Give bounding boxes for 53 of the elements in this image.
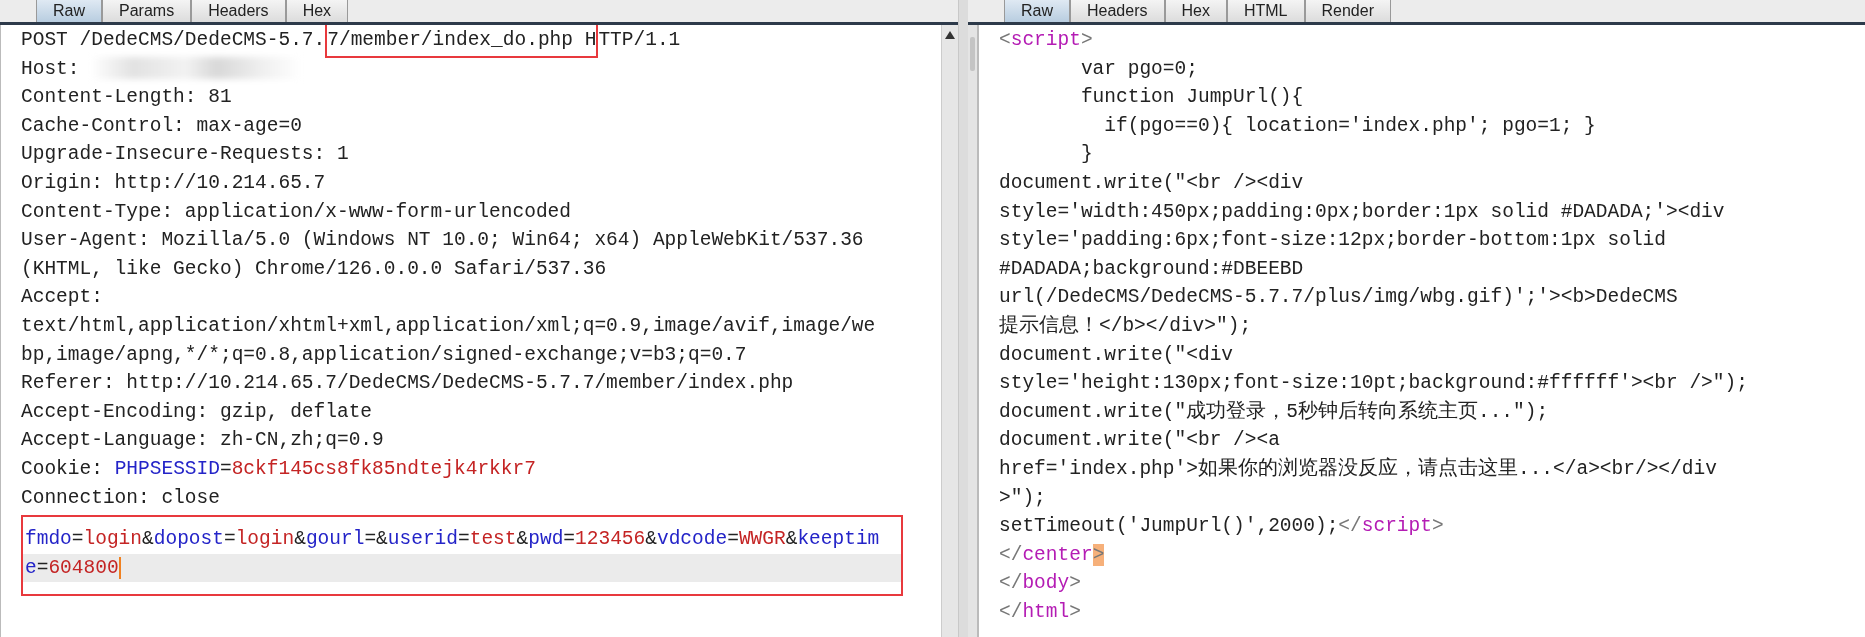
code-line: Cookie: PHPSESSID=8ckf145cs8fk85ndtejk4rkkr7 (20, 456, 537, 482)
code-line: style='padding:6px;font-size:12px;border-bottom:1px solid (998, 228, 1667, 254)
code-line: Accept-Encoding: gzip, deflate (20, 399, 374, 425)
tab[interactable]: HTML (1226, 0, 1305, 22)
code-line: Cache-Control: max-age=0 (20, 113, 303, 139)
tab[interactable]: Render (1304, 0, 1391, 22)
code-line: document.write("成功登录，5秒钟后转向系统主页..."); (998, 399, 1550, 425)
code-line: style='height:130px;font-size:10pt;background:#ffffff'><br />"); (998, 371, 1749, 397)
tab[interactable]: Hex (285, 0, 349, 22)
code-line: Accept: (20, 285, 104, 311)
tab[interactable]: Params (102, 0, 192, 22)
code-line: POST /DedeCMS/DedeCMS-5.7.7/member/index_do.php H TTP/1.1 (1, 26, 941, 55)
code-line: Accept-Language: zh-CN,zh;q=0.9 (20, 428, 385, 454)
scroll-up-arrow-icon[interactable] (945, 31, 955, 39)
code-line: text/html,application/xhtml+xml,application/xml;q=0.9,image/avif,image/we (20, 313, 877, 339)
code-line: fmdo=login&dopost=login&gourl=&userid=test&pwd=123456&vdcode=WWGR&keeptim (24, 527, 881, 553)
code-line: document.write("<div (998, 342, 1235, 368)
code-line: } (1079, 142, 1094, 168)
code-line: style='width:450px;padding:0px;border:1px solid #DADADA;'><div (998, 199, 1726, 225)
code-line: var pgo=0; (1079, 56, 1199, 82)
tab[interactable]: Raw (1004, 0, 1070, 22)
tab[interactable]: Headers (1070, 0, 1165, 22)
code-line: Upgrade-Insecure-Requests: 1 (20, 142, 350, 168)
code-line: setTimeout('JumpUrl()',2000);</script> (998, 514, 1445, 540)
code-line: Connection: close (20, 485, 221, 511)
code-line: Host: (1, 54, 941, 84)
code-line: (KHTML, like Gecko) Chrome/126.0.0.0 Safari/537.36 (20, 256, 608, 282)
code-line: Origin: http://10.214.65.7 (20, 170, 327, 196)
code-line: User-Agent: Mozilla/5.0 (Windows NT 10.0; Win64; x64) AppleWebKit/537.36 (20, 228, 865, 254)
code-line: document.write("<br /><a (998, 428, 1281, 454)
code-line: document.write("<br /><div (998, 170, 1305, 196)
code-line: url(/DedeCMS/DedeCMS-5.7.7/plus/img/wbg.gif)';'><b>DedeCMS (998, 285, 1679, 311)
text-editor[interactable] (978, 25, 1865, 637)
code-line: bp,image/apng,*/*;q=0.8,application/signed-exchange;v=b3;q=0.7 (20, 342, 748, 368)
code-line: </body> (998, 571, 1082, 597)
code-line: >"); (998, 485, 1047, 511)
code-line: href='index.php'>如果你的浏览器没反应，请点击这里...</a><br/></div (998, 456, 1718, 482)
code-line: <script> (998, 28, 1094, 53)
code-line: if(pgo==0){ location='index.php'; pgo=1; } (1103, 113, 1597, 139)
code-line: function JumpUrl(){ (1079, 85, 1305, 111)
tab[interactable]: Hex (1164, 0, 1227, 22)
code-line: Content-Length: 81 (20, 85, 233, 111)
code-line: Referer: http://10.214.65.7/DedeCMS/DedeCMS-5.7.7/member/index.php (20, 371, 795, 397)
code-line: </html> (998, 599, 1082, 625)
text-editor[interactable] (0, 25, 941, 637)
tab[interactable]: Headers (191, 0, 286, 22)
code-line: 提示信息！</b></div>"); (998, 313, 1253, 339)
tab[interactable]: Raw (36, 0, 102, 22)
code-line: Content-Type: application/x-www-form-urlencoded (20, 199, 572, 225)
scrollbar[interactable] (941, 25, 958, 637)
scrollbar[interactable] (968, 25, 978, 637)
code-line: #DADADA;background:#DBEEBD (998, 256, 1305, 282)
code-line: </center> (998, 542, 1106, 568)
